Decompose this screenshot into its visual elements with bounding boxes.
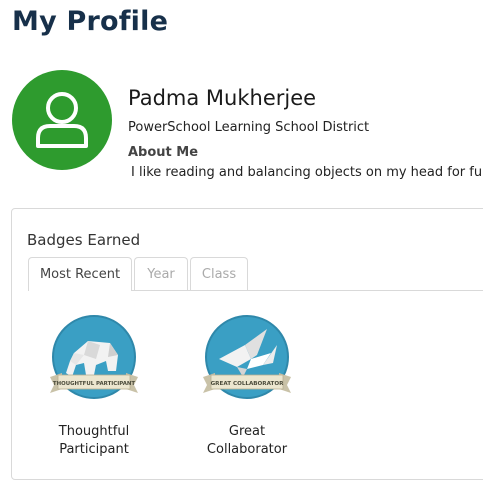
tab-class[interactable]: Class [190, 257, 248, 290]
badge-label: Thoughtful Participant [58, 424, 130, 457]
school-name: PowerSchool Learning School District [128, 120, 370, 135]
about-me-heading: About Me [128, 145, 199, 160]
page-title: My Profile [12, 6, 169, 37]
tab-most-recent[interactable]: Most Recent [28, 257, 132, 291]
elephant-icon: THOUGHTFUL PARTICIPANT [50, 315, 138, 399]
badge-ribbon-text: GREAT COLLABORATOR [211, 381, 284, 387]
paper-crane-icon: GREAT COLLABORATOR [203, 315, 291, 399]
badge-great-collaborator[interactable]: GREAT COLLABORATOR Great Collaborator [187, 315, 307, 459]
badges-card: Badges Earned Most Recent Year Class THO… [11, 208, 483, 480]
tab-year[interactable]: Year [134, 257, 188, 290]
user-icon [36, 92, 88, 148]
badge-label: Great Collaborator [206, 424, 288, 457]
about-me-text: I like reading and balancing objects on … [131, 165, 483, 180]
profile-name: Padma Mukherjee [128, 86, 317, 110]
badges-heading: Badges Earned [27, 231, 141, 249]
badge-ribbon-text: THOUGHTFUL PARTICIPANT [53, 381, 135, 387]
avatar [12, 70, 112, 170]
badge-thoughtful-participant[interactable]: THOUGHTFUL PARTICIPANT Thoughtful Partic… [34, 315, 154, 459]
